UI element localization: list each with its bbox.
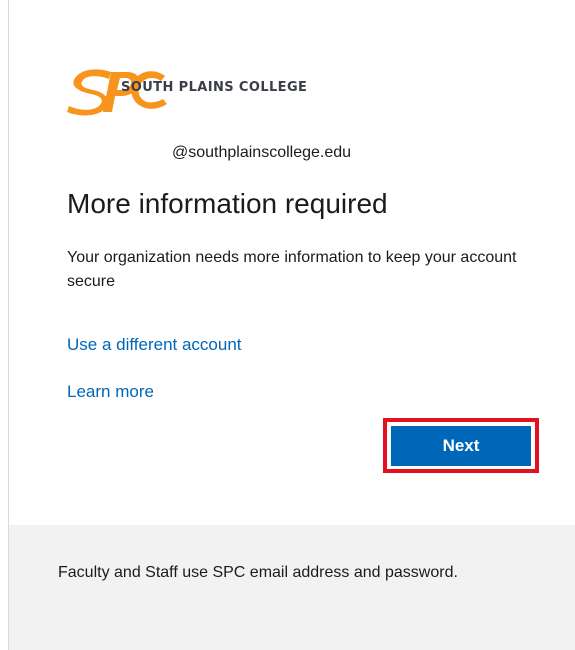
learn-more-link[interactable]: Learn more — [67, 382, 154, 402]
use-different-account-link[interactable]: Use a different account — [67, 335, 242, 355]
college-name: SOUTH PLAINS COLLEGE — [121, 80, 308, 95]
sign-in-page: SOUTH PLAINS COLLEGE @southplainscollege… — [0, 0, 575, 650]
page-description: Your organization needs more information… — [67, 249, 517, 290]
page-title: More information required — [67, 188, 388, 219]
account-identity: @southplainscollege.edu — [172, 144, 352, 161]
footer-panel: Faculty and Staff use SPC email address … — [9, 525, 575, 650]
next-button[interactable]: Next — [391, 426, 531, 466]
footer-text: Faculty and Staff use SPC email address … — [58, 564, 458, 581]
